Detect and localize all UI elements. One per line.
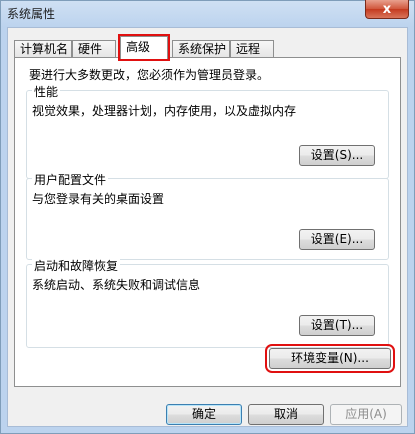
dialog-client-area: 计算机名 硬件 高级 系统保护 远程 要进行大多数更改，您必须作为管理员登录。 … xyxy=(7,27,408,427)
ok-button[interactable]: 确定 xyxy=(166,404,242,425)
tab-system-protection[interactable]: 系统保护 xyxy=(172,40,230,58)
tab-advanced[interactable]: 高级 xyxy=(118,34,170,61)
title-bar[interactable]: 系统属性 x xyxy=(1,0,414,27)
performance-settings-button[interactable]: 设置(S)... xyxy=(299,145,375,166)
close-button[interactable]: x xyxy=(365,0,409,19)
startup-recovery-group: 启动和故障恢复 系统启动、系统失败和调试信息 设置(T)... xyxy=(26,257,389,348)
user-profiles-settings-button[interactable]: 设置(E)... xyxy=(299,229,375,250)
advanced-tab-panel: 要进行大多数更改，您必须作为管理员登录。 性能 视觉效果，处理器计划，内存使用，… xyxy=(14,57,401,387)
window-title: 系统属性 xyxy=(7,7,56,21)
performance-description: 视觉效果，处理器计划，内存使用，以及虚拟内存 xyxy=(32,104,297,118)
startup-recovery-title: 启动和故障恢复 xyxy=(32,257,121,274)
startup-recovery-settings-button[interactable]: 设置(T)... xyxy=(299,315,375,336)
user-profiles-group: 用户配置文件 与您登录有关的桌面设置 设置(E)... xyxy=(26,171,389,260)
performance-group: 性能 视觉效果，处理器计划，内存使用，以及虚拟内存 设置(S)... xyxy=(26,83,389,179)
user-profiles-title: 用户配置文件 xyxy=(32,171,109,188)
tab-computer-name[interactable]: 计算机名 xyxy=(14,40,72,58)
apply-button[interactable]: 应用(A) xyxy=(330,404,402,425)
tab-remote[interactable]: 远程 xyxy=(230,40,274,58)
close-icon: x xyxy=(382,1,392,17)
tab-hardware[interactable]: 硬件 xyxy=(72,40,116,58)
admin-notice: 要进行大多数更改，您必须作为管理员登录。 xyxy=(29,68,270,82)
cancel-button[interactable]: 取消 xyxy=(248,404,324,425)
system-properties-window: 系统属性 x 计算机名 硬件 高级 系统保护 远程 要进行大多数更改，您必须作为… xyxy=(0,0,415,434)
startup-recovery-description: 系统启动、系统失败和调试信息 xyxy=(32,278,201,292)
user-profiles-description: 与您登录有关的桌面设置 xyxy=(32,192,165,206)
environment-variables-button[interactable]: 环境变量(N)... xyxy=(265,344,395,373)
performance-title: 性能 xyxy=(32,83,61,100)
